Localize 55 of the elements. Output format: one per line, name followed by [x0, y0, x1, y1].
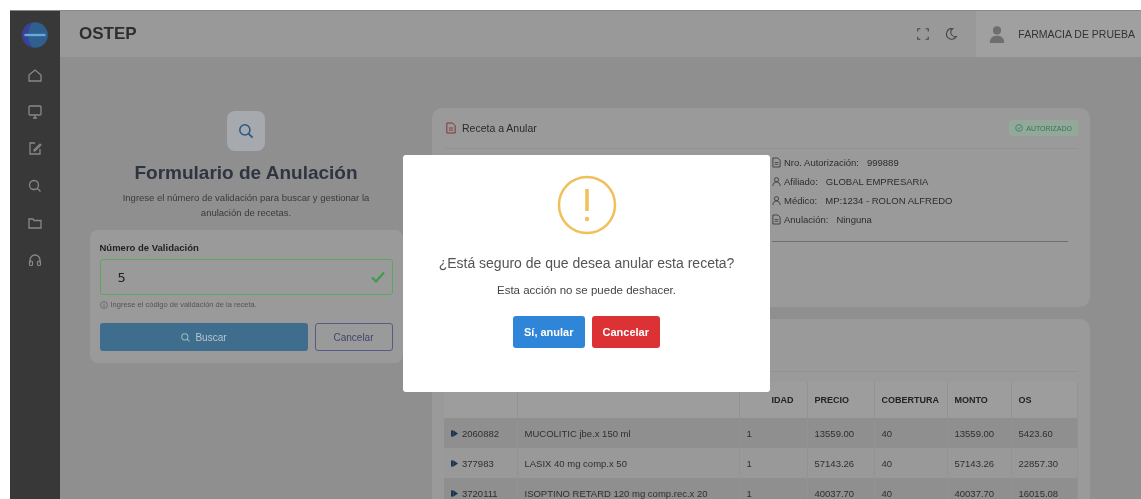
avatar-icon [988, 24, 1007, 44]
table-cell: 40 [874, 478, 947, 499]
table-cell: 40037.70 [947, 478, 1011, 499]
search-button[interactable]: Buscar [99, 323, 308, 351]
dialog-question: ¿Está seguro de que desea anular esta receta? [438, 255, 735, 271]
card-title: Receta a Anular [462, 122, 538, 134]
person-icon [772, 175, 781, 187]
form-title: Formulario de Anulación [134, 162, 358, 184]
confirm-button[interactable]: Sí, anular [513, 316, 585, 348]
detail-label: Anulación: [784, 213, 829, 225]
column-header: MONTO [947, 382, 1011, 418]
detail-label: Afiliado: [784, 175, 818, 187]
column-header: OS [1011, 382, 1077, 418]
cancel-button[interactable]: Cancelar [314, 323, 393, 351]
document-icon [446, 122, 456, 134]
detail-value: MP:1234 - ROLON ALFREDO [825, 194, 953, 206]
detail-value: GLOBAL EMPRESARIA [825, 175, 929, 187]
fullscreen-icon[interactable] [916, 27, 931, 41]
check-icon [369, 269, 386, 285]
document-icon [772, 156, 781, 168]
monitor-icon[interactable] [27, 104, 43, 120]
cancel-button[interactable]: Cancelar [591, 316, 660, 348]
field-label: Número de Validación [99, 242, 200, 253]
person-icon [772, 194, 781, 206]
folder-icon[interactable] [27, 215, 43, 231]
table-cell: 3720111 [444, 478, 517, 499]
user-menu[interactable]: FARMACIA DE PRUEBA [976, 11, 1141, 57]
table-cell: 16015.08 [1011, 478, 1077, 499]
dialog-message: Esta acción no se puede deshacer. [497, 284, 676, 296]
logo-icon [21, 21, 49, 49]
search-icon [237, 122, 255, 140]
user-name: FARMACIA DE PRUEBA [1018, 28, 1135, 40]
column-header: PRECIO [807, 382, 874, 418]
table-cell: 40037.70 [807, 478, 874, 499]
column-header: COBERTURA [874, 382, 947, 418]
search-icon[interactable] [27, 178, 43, 194]
app-title: OSTEP [78, 24, 138, 44]
table-cell: 1 [739, 478, 807, 499]
form-description: Ingrese el número de validación para buscar y gestionar la anulación de recetas. [121, 191, 371, 220]
detail-label: Médico: [784, 194, 818, 206]
check-circle-icon [1015, 124, 1024, 132]
search-icon [180, 331, 192, 343]
validation-field[interactable]: 5 [99, 259, 393, 295]
field-value: 5 [117, 269, 126, 285]
moon-icon[interactable] [944, 27, 959, 41]
home-icon[interactable] [27, 67, 43, 83]
headphones-icon[interactable] [27, 252, 43, 268]
table-cell: ISOPTINO RETARD 120 mg comp.rec.x 20 [517, 478, 739, 499]
warning-icon [556, 175, 617, 235]
edit-icon[interactable] [27, 141, 43, 157]
document-icon [772, 213, 781, 225]
detail-label: Nro. Autorización: [784, 156, 859, 168]
detail-value: 999889 [867, 156, 899, 168]
info-icon [99, 300, 108, 309]
detail-value: Ninguna [836, 213, 872, 225]
